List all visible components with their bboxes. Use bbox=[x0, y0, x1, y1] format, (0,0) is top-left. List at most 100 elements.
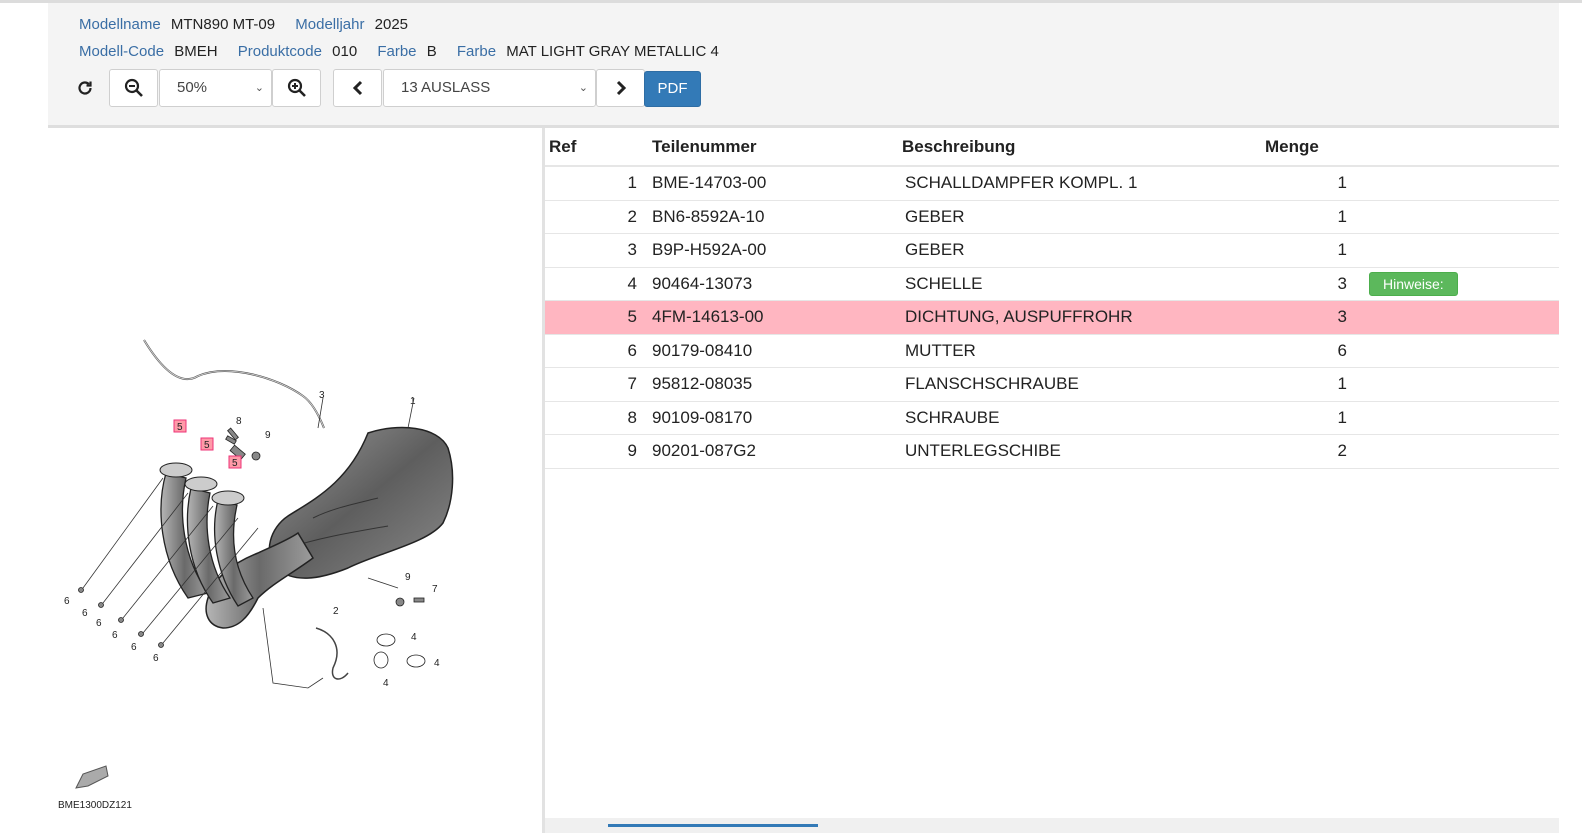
model-name-value: MTN890 MT-09 bbox=[170, 16, 276, 33]
scrollbar-thumb[interactable] bbox=[608, 824, 818, 827]
cell-description: DICHTUNG, AUSPUFFROHR bbox=[902, 300, 1265, 335]
zoom-select-value: 50% bbox=[177, 79, 208, 96]
cell-part-number: 90109-08170 bbox=[651, 401, 902, 435]
cell-note bbox=[1367, 434, 1559, 469]
cell-ref: 7 bbox=[545, 367, 651, 402]
table-row[interactable]: 3 B9P-H592A-00 GEBER 1 bbox=[545, 233, 1559, 268]
diagram-code: BME1300DZ121 bbox=[58, 800, 132, 811]
svg-text:4: 4 bbox=[383, 678, 389, 689]
svg-text:9: 9 bbox=[405, 572, 411, 583]
cell-quantity: 1 bbox=[1265, 200, 1367, 234]
parts-pane: Ref Teilenummer Beschreibung Menge 1 BME… bbox=[545, 128, 1559, 818]
pdf-button[interactable]: PDF bbox=[644, 71, 701, 107]
cell-part-number: B9P-H592A-00 bbox=[651, 233, 902, 268]
table-row[interactable]: 9 90201-087G2 UNTERLEGSCHIBE 2 bbox=[545, 434, 1559, 469]
svg-text:6: 6 bbox=[131, 642, 137, 653]
svg-text:6: 6 bbox=[112, 630, 118, 641]
table-row[interactable]: 8 90109-08170 SCHRAUBE 1 bbox=[545, 401, 1559, 435]
chevron-left-icon bbox=[352, 80, 362, 96]
model-year-label: Modelljahr bbox=[295, 16, 365, 33]
sensor-cable bbox=[143, 339, 325, 429]
model-code-value: BMEH bbox=[174, 43, 218, 60]
header-part-number[interactable]: Teilenummer bbox=[651, 128, 902, 167]
flange-3 bbox=[211, 490, 245, 506]
color-name-value: MAT LIGHT GRAY METALLIC 4 bbox=[506, 43, 719, 60]
zoom-in-icon bbox=[287, 78, 306, 97]
table-row[interactable]: 2 BN6-8592A-10 GEBER 1 bbox=[545, 200, 1559, 234]
svg-text:8: 8 bbox=[236, 416, 242, 427]
cell-part-number: 4FM-14613-00 bbox=[651, 300, 902, 335]
cell-quantity: 1 bbox=[1265, 233, 1367, 268]
cell-quantity: 1 bbox=[1265, 367, 1367, 402]
cell-note bbox=[1367, 334, 1559, 368]
svg-text:5: 5 bbox=[232, 458, 238, 469]
table-row[interactable]: 6 90179-08410 MUTTER 6 bbox=[545, 334, 1559, 368]
zoom-select[interactable]: 50% ⌄ bbox=[159, 69, 272, 107]
cell-description: SCHRAUBE bbox=[902, 401, 1265, 435]
table-row[interactable]: 7 95812-08035 FLANSCHSCHRAUBE 1 bbox=[545, 367, 1559, 402]
chevron-down-icon: ⌄ bbox=[254, 82, 264, 94]
model-code-label: Modell-Code bbox=[79, 43, 165, 60]
table-row[interactable]: 4 90464-13073 SCHELLE 3 Hinweise: bbox=[545, 267, 1559, 301]
model-name-label: Modellname bbox=[79, 16, 161, 33]
table-row[interactable]: 1 BME-14703-00 SCHALLDAMPFER KOMPL. 1 1 bbox=[545, 166, 1559, 201]
notes-badge[interactable]: Hinweise: bbox=[1369, 271, 1458, 296]
cell-description: MUTTER bbox=[902, 334, 1265, 368]
model-info-row-2: Modell-Code BMEH Produktcode 010 Farbe B… bbox=[79, 43, 735, 60]
color-code-value: B bbox=[426, 43, 437, 60]
header-ref[interactable]: Ref bbox=[545, 128, 651, 167]
model-info-row-1: Modellname MTN890 MT-09 Modelljahr 2025 bbox=[79, 16, 424, 33]
header-quantity[interactable]: Menge bbox=[1265, 128, 1367, 167]
previous-section-button[interactable] bbox=[333, 69, 382, 107]
cell-note bbox=[1367, 166, 1559, 201]
horizontal-scrollbar[interactable] bbox=[545, 818, 1559, 833]
reset-button[interactable] bbox=[62, 69, 108, 107]
svg-text:5: 5 bbox=[204, 440, 210, 451]
header-description[interactable]: Beschreibung bbox=[902, 128, 1265, 167]
cell-note bbox=[1367, 300, 1559, 335]
svg-text:3: 3 bbox=[319, 390, 325, 401]
cell-quantity: 3 bbox=[1265, 300, 1367, 335]
cell-part-number: 90201-087G2 bbox=[651, 434, 902, 469]
product-code-label: Produktcode bbox=[237, 43, 322, 60]
svg-text:6: 6 bbox=[96, 618, 102, 629]
parts-table: Ref Teilenummer Beschreibung Menge 1 BME… bbox=[545, 128, 1559, 469]
cell-quantity: 6 bbox=[1265, 334, 1367, 368]
cell-description: GEBER bbox=[902, 233, 1265, 268]
cell-description: UNTERLEGSCHIBE bbox=[902, 434, 1265, 469]
svg-text:6: 6 bbox=[82, 608, 88, 619]
svg-text:1: 1 bbox=[410, 396, 416, 407]
cell-ref: 3 bbox=[545, 233, 651, 268]
cell-description: SCHALLDAMPFER KOMPL. 1 bbox=[902, 166, 1265, 201]
zoom-in-button[interactable] bbox=[272, 69, 321, 107]
cell-part-number: BME-14703-00 bbox=[651, 166, 902, 201]
section-select-value: 13 AUSLASS bbox=[401, 79, 491, 96]
svg-text:6: 6 bbox=[153, 653, 159, 664]
table-row-highlighted[interactable]: 5 4FM-14613-00 DICHTUNG, AUSPUFFROHR 3 bbox=[545, 300, 1559, 335]
svg-text:9: 9 bbox=[265, 430, 271, 441]
section-select[interactable]: 13 AUSLASS ⌄ bbox=[383, 69, 596, 107]
cell-note bbox=[1367, 200, 1559, 234]
model-year-value: 2025 bbox=[374, 16, 409, 33]
svg-text:5: 5 bbox=[177, 422, 183, 433]
svg-text:2: 2 bbox=[333, 606, 339, 617]
header-note bbox=[1367, 128, 1559, 167]
diagram-pane: 5 5 5 1 2 3 4 4 4 6 6 6 6 6 6 7 8 9 9 BM… bbox=[48, 128, 545, 833]
cell-note bbox=[1367, 401, 1559, 435]
exhaust-diagram[interactable]: 5 5 5 1 2 3 4 4 4 6 6 6 6 6 6 7 8 9 9 bbox=[48, 128, 542, 833]
cell-ref: 5 bbox=[545, 300, 651, 335]
cell-description: SCHELLE bbox=[902, 267, 1265, 301]
cell-ref: 8 bbox=[545, 401, 651, 435]
cell-quantity: 3 bbox=[1265, 267, 1367, 301]
svg-text:4: 4 bbox=[411, 632, 417, 643]
svg-text:6: 6 bbox=[64, 596, 70, 607]
cell-note: Hinweise: bbox=[1367, 267, 1559, 301]
cell-description: GEBER bbox=[902, 200, 1265, 234]
flange-2 bbox=[184, 476, 218, 492]
zoom-out-button[interactable] bbox=[109, 69, 158, 107]
cell-ref: 1 bbox=[545, 166, 651, 201]
sensor-2-cable bbox=[315, 627, 349, 680]
next-section-button[interactable] bbox=[596, 69, 645, 107]
table-header-row: Ref Teilenummer Beschreibung Menge bbox=[545, 128, 1559, 167]
cell-ref: 9 bbox=[545, 434, 651, 469]
